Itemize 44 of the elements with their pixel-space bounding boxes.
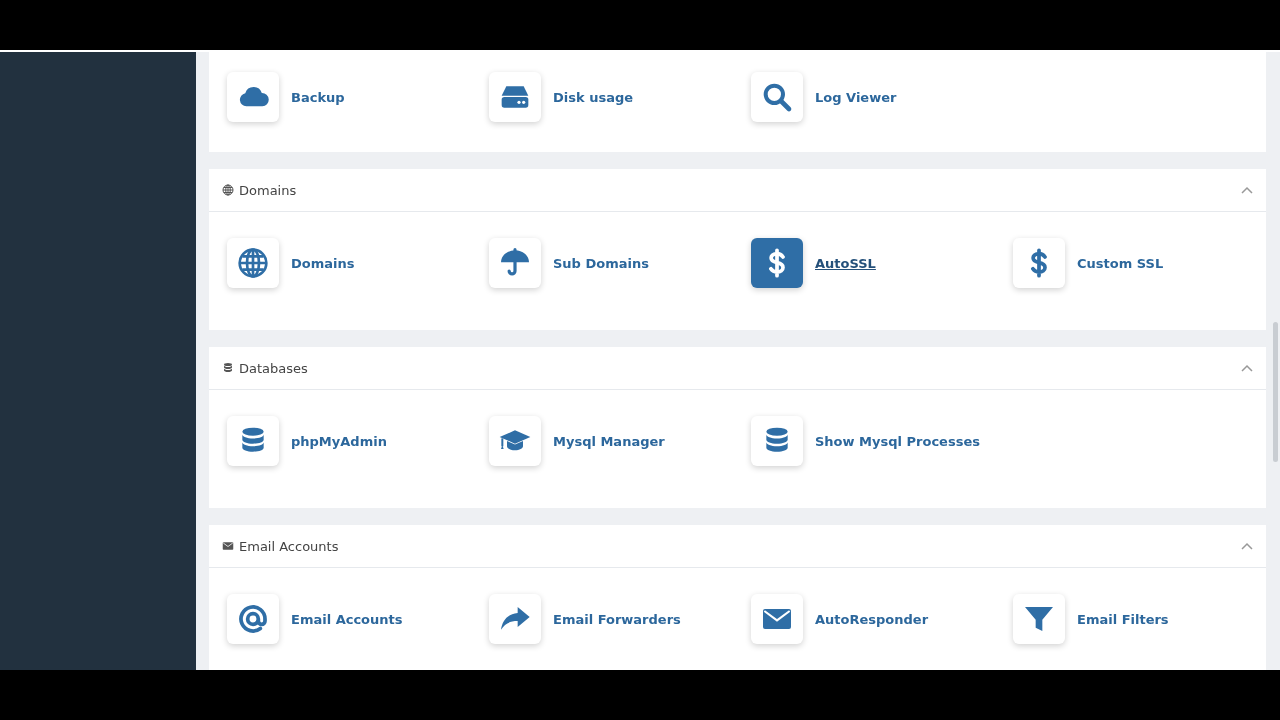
caret-icon[interactable] — [1241, 364, 1253, 372]
section-title: Domains — [239, 182, 297, 198]
tool-tile[interactable] — [489, 72, 541, 122]
tool-link[interactable]: Backup — [291, 89, 345, 105]
envelope-icon — [222, 540, 234, 552]
section-title: Databases — [239, 360, 308, 376]
search-icon — [761, 81, 793, 113]
tool-tile[interactable] — [227, 416, 279, 466]
tool-tile[interactable] — [489, 238, 541, 288]
tool-link[interactable]: Email Filters — [1077, 611, 1169, 627]
tool-link[interactable]: Domains — [291, 255, 355, 271]
tool-link[interactable]: Custom SSL — [1077, 255, 1164, 271]
globe-icon — [237, 247, 269, 279]
tool-tile[interactable] — [227, 72, 279, 122]
caret-icon[interactable] — [1241, 542, 1253, 550]
section-header[interactable]: Email Accounts — [209, 525, 1266, 568]
section-header[interactable]: Domains — [209, 169, 1266, 212]
tool-tile[interactable] — [751, 594, 803, 644]
tool-link[interactable]: Show Mysql Processes — [815, 433, 980, 449]
tool-tile[interactable] — [489, 416, 541, 466]
globe-icon — [222, 184, 234, 196]
tool-tile[interactable] — [227, 594, 279, 644]
tool-link[interactable]: Mysql Manager — [553, 433, 665, 449]
tool-tile[interactable] — [227, 238, 279, 288]
tool-tile[interactable] — [1013, 238, 1065, 288]
tool-tile[interactable] — [1013, 594, 1065, 644]
tool-link[interactable]: Disk usage — [553, 89, 634, 105]
caret-icon[interactable] — [1241, 186, 1253, 194]
scrollbar-thumb[interactable] — [1273, 322, 1278, 462]
tool-tile[interactable] — [489, 594, 541, 644]
tool-link[interactable]: AutoResponder — [815, 611, 929, 627]
tool-link[interactable]: Email Accounts — [291, 611, 403, 627]
tool-tile[interactable] — [751, 72, 803, 122]
tool-link[interactable]: Email Forwarders — [553, 611, 681, 627]
tool-tile[interactable] — [751, 238, 803, 288]
tool-link[interactable]: AutoSSL — [815, 255, 876, 271]
section-title: Email Accounts — [239, 538, 339, 554]
tool-link[interactable]: Sub Domains — [553, 255, 649, 271]
database-icon — [222, 362, 234, 374]
tool-link[interactable]: Log Viewer — [815, 89, 897, 105]
tool-tile[interactable] — [751, 416, 803, 466]
at-sign-icon — [237, 603, 269, 635]
section-header[interactable]: Databases — [209, 347, 1266, 390]
tool-link[interactable]: phpMyAdmin — [291, 433, 387, 449]
